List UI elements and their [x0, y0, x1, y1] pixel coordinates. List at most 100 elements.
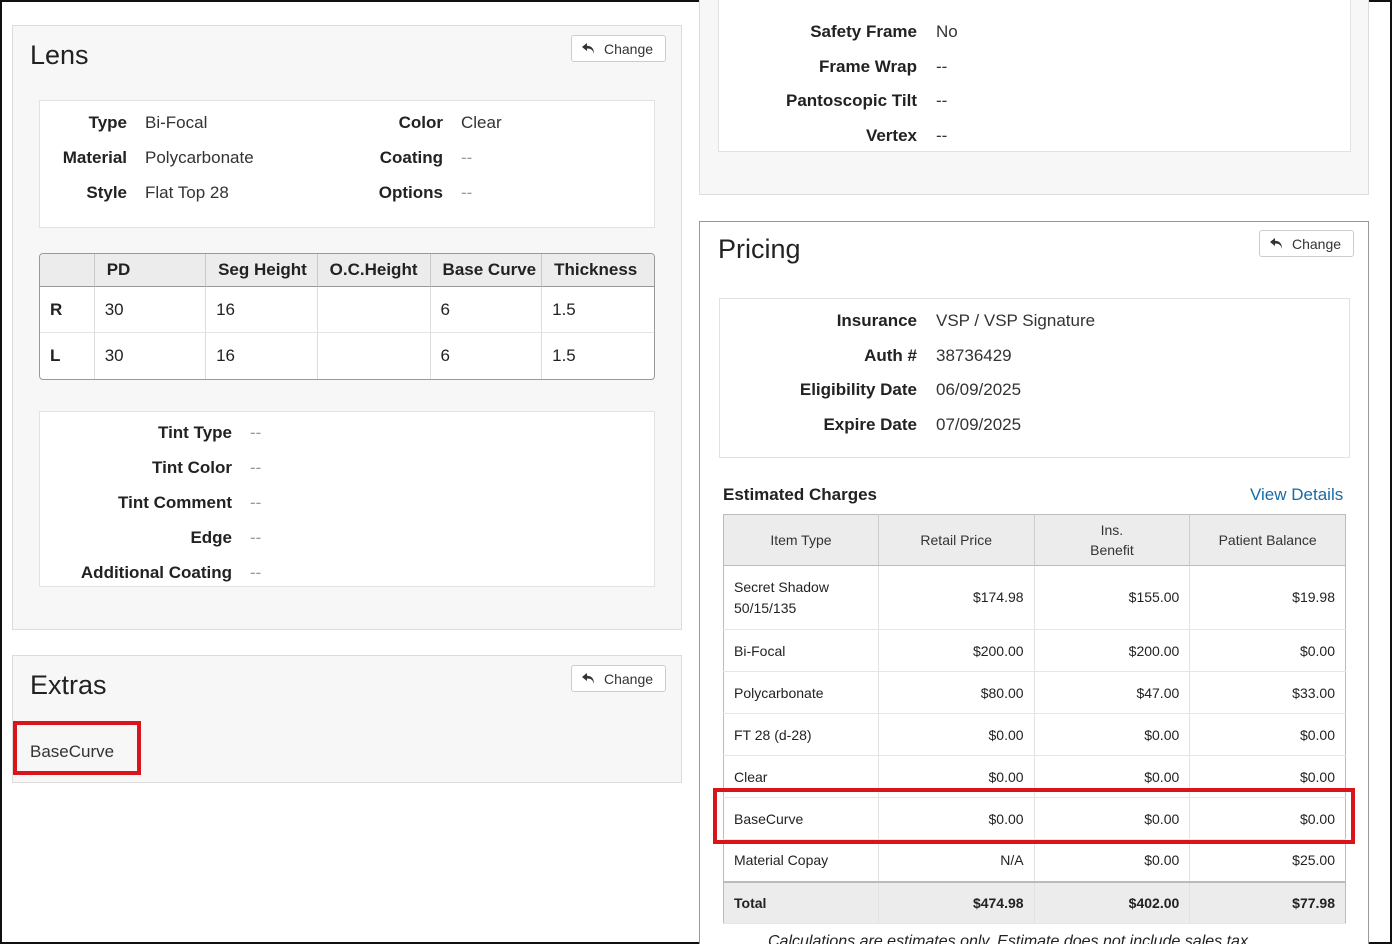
vertex-value: -- [936, 126, 948, 145]
balance-cell: $25.00 [1189, 839, 1346, 882]
benefit-cell: $0.00 [1034, 839, 1191, 882]
tint-comment-label: Tint Comment [118, 493, 232, 512]
tint-color-value: -- [250, 458, 262, 477]
table-cell: 6 [430, 287, 543, 333]
item-cell: BaseCurve [723, 797, 879, 840]
retail-cell: $0.00 [878, 713, 1035, 756]
undo-arrow-icon [582, 672, 594, 684]
estimated-charges-heading: Estimated Charges [723, 485, 877, 504]
total-retail: $474.98 [878, 880, 1035, 924]
undo-arrow-icon [582, 42, 594, 54]
table-cell: 6 [431, 333, 543, 379]
table-cell: 30 [94, 287, 207, 333]
balance-cell: $0.00 [1189, 713, 1346, 756]
estimate-footnote: Calculations are estimates only. Estimat… [768, 933, 1253, 944]
total-balance: $77.98 [1189, 880, 1346, 924]
total-label: Total [723, 880, 879, 924]
column-header: Base Curve [430, 254, 543, 287]
table-cell [317, 287, 431, 333]
column-header: O.C.Height [317, 254, 431, 287]
table-header-row: Item Type Retail Price Ins. Benefit Patie… [723, 514, 1346, 566]
undo-arrow-icon [1270, 237, 1282, 249]
table-cell: 16 [206, 333, 318, 379]
safety-frame-value: No [936, 22, 958, 41]
column-header-item-type: Item Type [723, 514, 879, 566]
retail-cell: $200.00 [878, 629, 1035, 672]
extras-panel: Extras Change BaseCurve [12, 655, 682, 783]
tint-type-label: Tint Type [158, 423, 232, 442]
benefit-cell: $155.00 [1034, 565, 1191, 630]
lens-style-value: Flat Top 28 [145, 183, 229, 202]
balance-cell: $0.00 [1189, 629, 1346, 672]
table-cell: 1.5 [542, 287, 654, 333]
header-line: Benefit [1090, 542, 1134, 558]
header-line: Ins. [1100, 522, 1124, 538]
table-row: BaseCurve $0.00 $0.00 $0.00 [723, 797, 1346, 840]
auth-label: Auth # [864, 346, 917, 365]
lens-type-value: Bi-Focal [145, 113, 208, 132]
lens-options-value: -- [461, 183, 473, 202]
total-benefit: $402.00 [1034, 880, 1191, 924]
column-header: Thickness [542, 254, 654, 287]
retail-cell: N/A [878, 839, 1035, 882]
benefit-cell: $47.00 [1034, 671, 1191, 714]
table-row: L 30 16 6 1.5 [40, 333, 654, 379]
item-cell: Bi-Focal [723, 629, 879, 672]
column-header [40, 254, 95, 287]
view-details-link[interactable]: View Details [1250, 485, 1343, 505]
expire-date-label: Expire Date [823, 415, 917, 434]
benefit-cell: $0.00 [1034, 797, 1191, 840]
balance-cell: $33.00 [1189, 671, 1346, 714]
total-row: Total $474.98 $402.00 $77.98 [723, 880, 1346, 924]
eligibility-date-label: Eligibility Date [799, 380, 917, 399]
benefit-cell: $200.00 [1034, 629, 1191, 672]
frame-details-card: Safety Frame No Frame Wrap -- Pantoscopi… [718, 0, 1351, 152]
lens-color-label: Color [398, 113, 443, 132]
edge-value: -- [250, 528, 262, 547]
pantoscopic-tilt-label: Pantoscopic Tilt [786, 91, 917, 110]
change-label: Change [1292, 235, 1342, 252]
insurance-value: VSP / VSP Signature [936, 311, 1096, 330]
column-header-retail: Retail Price [878, 514, 1035, 566]
benefit-cell: $0.00 [1034, 755, 1191, 798]
insurance-label: Insurance [836, 311, 917, 330]
frame-wrap-label: Frame Wrap [819, 57, 917, 76]
lens-details-card: Type Bi-Focal Material Polycarbonate Sty… [39, 100, 655, 228]
table-header-row: PD Seg Height O.C.Height Base Curve Thic… [40, 254, 654, 287]
table-row: Bi-Focal $200.00 $200.00 $0.00 [723, 629, 1346, 672]
edge-label: Edge [190, 528, 232, 547]
lens-change-button[interactable]: Change [571, 35, 667, 62]
item-cell: Polycarbonate [723, 671, 879, 714]
lens-title: Lens [30, 40, 89, 70]
pricing-change-button[interactable]: Change [1259, 230, 1355, 257]
lens-options-label: Options [378, 183, 443, 202]
item-line: Secret Shadow [734, 578, 829, 595]
retail-cell: $174.98 [878, 565, 1035, 630]
table-cell [318, 333, 431, 379]
extras-change-button[interactable]: Change [571, 665, 667, 692]
lens-material-value: Polycarbonate [145, 148, 254, 167]
insurance-card: Insurance VSP / VSP Signature Auth # 387… [719, 298, 1350, 458]
column-header: PD [94, 254, 207, 287]
eligibility-date-value: 06/09/2025 [936, 380, 1022, 399]
pantoscopic-tilt-value: -- [936, 91, 948, 110]
row-eye: R [40, 287, 95, 333]
extras-title: Extras [30, 670, 107, 700]
item-cell: FT 28 (d-28) [723, 713, 879, 756]
item-cell: Material Copay [723, 839, 879, 882]
extras-item: BaseCurve [30, 742, 115, 761]
pricing-title: Pricing [718, 234, 801, 264]
tint-color-label: Tint Color [152, 458, 232, 477]
tint-comment-value: -- [250, 493, 262, 512]
balance-cell: $19.98 [1189, 565, 1346, 630]
table-cell: 30 [95, 333, 207, 379]
lens-material-label: Material [62, 148, 127, 167]
additional-coating-value: -- [250, 563, 262, 582]
table-row: Secret Shadow 50/15/135 $174.98 $155.00 $… [723, 565, 1346, 630]
lens-type-label: Type [88, 113, 127, 132]
expire-date-value: 07/09/2025 [936, 415, 1022, 434]
table-row: FT 28 (d-28) $0.00 $0.00 $0.00 [723, 713, 1346, 756]
column-header: Seg Height [206, 254, 318, 287]
lens-coating-label: Coating [379, 148, 443, 167]
retail-cell: $0.00 [878, 797, 1035, 840]
